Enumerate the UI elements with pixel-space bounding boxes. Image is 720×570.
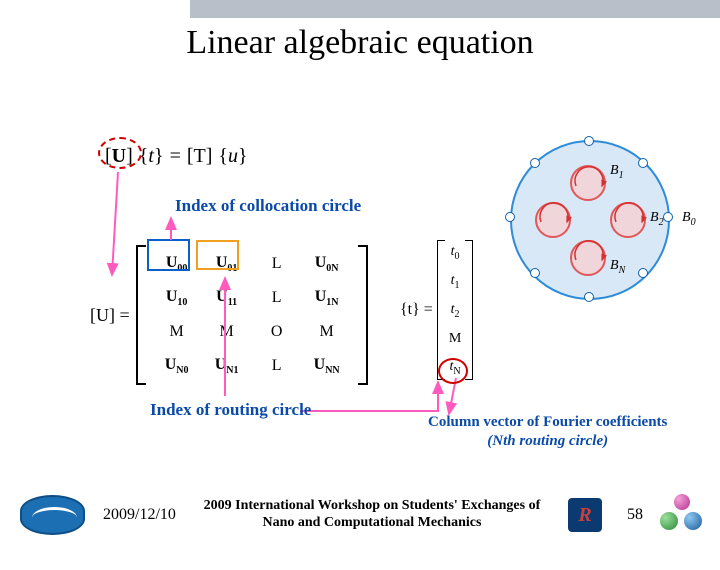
caption-line1: Column vector of Fourier coefficients (428, 413, 667, 432)
page-number: 58 (610, 506, 660, 524)
caption-column-vector: Column vector of Fourier coefficients (N… (428, 413, 667, 451)
label-b0: B0 (682, 210, 696, 228)
tvector-left-label: {t} = (400, 301, 433, 319)
spheres-logo-icon (660, 494, 706, 536)
col-bracket-left-icon (437, 240, 445, 380)
caption-line2: (Nth routing circle) (487, 433, 608, 449)
label-routing: Index of routing circle (150, 400, 311, 420)
col-bracket-right-icon (465, 240, 473, 380)
circle-diagram: B1 B2 B0 BN (510, 140, 710, 315)
t-vector: {t} = t0 t1 t2 M tN (400, 240, 473, 380)
top-grey-bar (190, 0, 720, 18)
label-b1: B1 (610, 163, 624, 181)
swirl-logo-icon (20, 495, 85, 535)
footer-workshop: 2009 International Workshop on Students'… (176, 498, 568, 532)
slide-title: Linear algebraic equation (0, 24, 720, 62)
label-bn: BN (610, 258, 625, 276)
label-b2: B2 (650, 210, 664, 228)
red-circle-tN (438, 358, 468, 384)
workshop-line1: 2009 International Workshop on Students'… (176, 498, 568, 515)
footer: 2009/12/10 2009 International Workshop o… (0, 490, 720, 540)
r-logo-icon: R (568, 498, 602, 532)
footer-date: 2009/12/10 (103, 506, 176, 524)
workshop-line2: Nano and Computational Mechanics (176, 515, 568, 532)
